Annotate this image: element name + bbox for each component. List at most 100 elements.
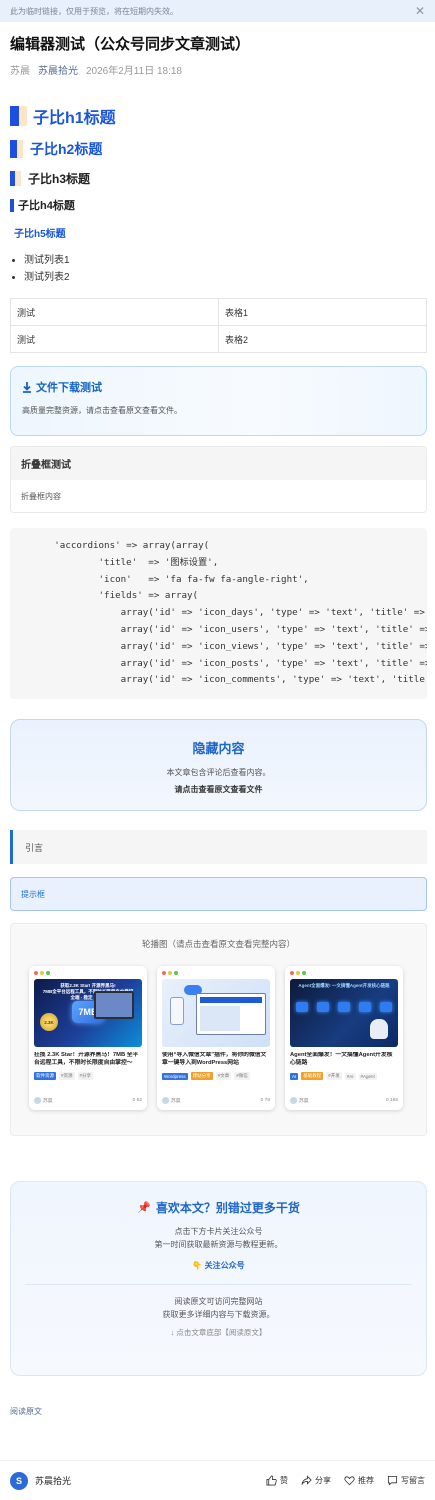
card-title: Agent全面爆发！一文搞懂Agent开发核心链路 [290,1052,393,1066]
article-title: 编辑器测试（公众号同步文章测试） [10,36,251,53]
card-tag[interactable]: #文章 [215,1072,232,1080]
comment-icon [387,1475,398,1486]
card-thumbnail [162,979,270,1047]
card-tag[interactable]: 基础教程 [301,1072,324,1080]
promo-line: 获取更多详细内容与下载资源。 [162,1310,275,1319]
card-tag[interactable]: #Agent [358,1072,377,1080]
carousel[interactable]: 轮播图（请点击查看原文查看完整内容） 获取2.3K Star! 开源界黑马! 7… [10,923,427,1136]
follow-promo-card: 📌 喜欢本文？别错过更多干货 点击下方卡片关注公众号 第一时间获取最新资源与教程… [10,1181,427,1376]
card-tag[interactable]: #开发 [326,1072,342,1080]
action-buttons: 赞 分享 推荐 写留言 [266,1475,425,1486]
preview-notice-text: 此为临时链接，仅用于预览，将在短期内失效。 [10,6,178,16]
share-button[interactable]: 分享 [301,1475,331,1486]
like-button[interactable]: 赞 [266,1475,288,1486]
heading-h5: 子比h5标题 [10,224,427,240]
heading-bar-decoration [10,140,23,158]
card-tag[interactable]: #资源 [59,1072,75,1080]
avatar[interactable]: S [10,1471,28,1490]
like-label: 赞 [280,1476,288,1485]
card-author: 苏晨 [43,1099,53,1104]
monitor-icon [196,993,266,1035]
card-title: 狂揽 2.3K Star！开源界黑马！7MB 全平台远程工具，不限时长限度自由掌… [34,1052,139,1066]
comment-label: 写留言 [401,1476,425,1485]
heading-h3-text: 子比h3标题 [28,171,91,186]
article-page: 编辑器测试（公众号同步文章测试） 苏晨 苏晨拾光 2026年2月11日 18:1… [10,34,427,1417]
card-tags: Wordpress 建站分享 #文章 #微信 [162,1072,270,1080]
follow-account-link[interactable]: 👇 关注公众号 [11,1260,426,1273]
window-dots [285,966,403,979]
heading-h4: 子比h4标题 [10,196,427,214]
hidden-content-desc: 本文章包含评论后查看内容。 [166,768,271,777]
promo-title-text: 喜欢本文？别错过更多干货 [155,1200,300,1215]
carousel-card[interactable]: 使用“导入微信文章”插件，将你的微信文章一键导入到WordPress网站 Wor… [157,966,275,1110]
promo-line: 点击下方卡片关注公众号 [174,1227,263,1236]
comment-button[interactable]: 写留言 [387,1475,425,1486]
thumbnail-text: Agent全面爆发! 一文搞懂Agent开发核心链路 [298,983,390,988]
avatar [34,1097,41,1104]
window-dots [29,966,147,979]
hidden-content-link[interactable]: 请点击查看原文查看文件 [11,784,426,795]
heading-h1: 子比h1标题 [10,104,427,128]
download-icon [23,381,31,393]
card-thumbnail: 获取2.3K Star! 开源界黑马! 7MB全平台远程工具，不限时长限度自由掌… [34,979,142,1047]
content-table: 测试 表格1 测试 表格2 [10,298,427,353]
heading-h3: 子比h3标题 [10,168,427,188]
table-cell: 表格2 [218,325,427,353]
bullet-list: 测试列表1 测试列表2 [10,252,427,286]
robot-icon [370,1019,388,1039]
card-tag[interactable]: 软件资源 [34,1072,56,1080]
promo-line: 第一时间获取最新资源与教程更新。 [154,1240,283,1249]
heart-icon [344,1476,355,1486]
workflow-diagram-icon [296,997,392,1017]
table-row: 测试 表格1 [10,298,427,326]
collapse-box: 折叠框测试 折叠框内容 [10,446,427,513]
card-tag[interactable]: #AI [344,1072,356,1080]
card-footer: 苏晨 0 62 [34,1097,142,1104]
card-author: 苏晨 [171,1099,181,1104]
card-footer: 苏晨 0 165 [290,1097,398,1104]
list-item: 测试列表1 [24,252,427,269]
preview-notice-bar: 此为临时链接，仅用于预览，将在短期内失效。 ✕ [0,0,435,22]
promo-hint: ↓ 点击文章底部【阅读原文】 [170,1328,267,1337]
card-tag[interactable]: Wordpress [162,1072,188,1080]
download-card[interactable]: 文件下载测试 高质量完整资源，请点击查看原文查看文件。 [10,366,427,436]
carousel-card[interactable]: Agent全面爆发! 一文搞懂Agent开发核心链路 Agent全面爆发！一文搞… [285,966,403,1110]
star-badge-icon: 2.3K [40,1013,58,1031]
thumbs-up-icon [266,1475,277,1486]
collapse-box-content: 折叠框内容 [11,480,426,512]
promo-line: 阅读原文可访问完整网站 [174,1297,263,1306]
share-icon [301,1475,312,1485]
card-tag[interactable]: 建站分享 [190,1072,213,1080]
carousel-caption: 轮播图（请点击查看原文查看完整内容） [141,939,295,949]
account-name-link[interactable]: 苏晨拾光 [38,62,78,77]
account-info[interactable]: S 苏晨拾光 [10,1471,71,1490]
collapse-box-header[interactable]: 折叠框测试 [11,447,426,480]
code-text: 'accordions' => array(array( 'title' => … [54,540,427,686]
card-tag[interactable]: #分享 [77,1072,94,1080]
phone-icon [170,997,184,1025]
download-card-title: 文件下载测试 [22,379,415,395]
tip-box: 提示框 [10,877,427,911]
hidden-content-card[interactable]: 隐藏内容 本文章包含评论后查看内容。 请点击查看原文查看文件 [10,719,427,811]
card-tag[interactable]: #微信 [234,1072,250,1080]
table-cell: 表格1 [218,298,427,326]
card-tags: 软件资源 #资源 #分享 [34,1072,142,1080]
read-original-link[interactable]: 阅读原文 [10,1406,427,1417]
avatar [290,1097,297,1104]
heading-h2: 子比h2标题 [10,138,427,160]
blockquote: 引言 [10,830,427,864]
recommend-button[interactable]: 推荐 [344,1475,374,1486]
card-tags: AI 基础教程 #开发 #AI #Agent [290,1072,398,1080]
table-cell: 测试 [10,325,219,353]
laptop-icon [94,991,134,1019]
close-icon[interactable]: ✕ [415,5,425,17]
article-author: 苏晨 [10,65,30,77]
heading-bar-decoration [10,198,14,212]
card-title: 使用“导入微信文章”插件，将你的微信文章一键导入到WordPress网站 [162,1052,267,1066]
card-tag[interactable]: AI [290,1072,299,1080]
heading-bar-decoration [10,170,21,186]
carousel-card[interactable]: 获取2.3K Star! 开源界黑马! 7MB全平台远程工具，不限时长限度自由掌… [29,966,147,1110]
account-name[interactable]: 苏晨拾光 [35,1474,71,1487]
pin-icon: 📌 [137,1201,151,1214]
heading-h4-text: 子比h4标题 [18,200,75,212]
